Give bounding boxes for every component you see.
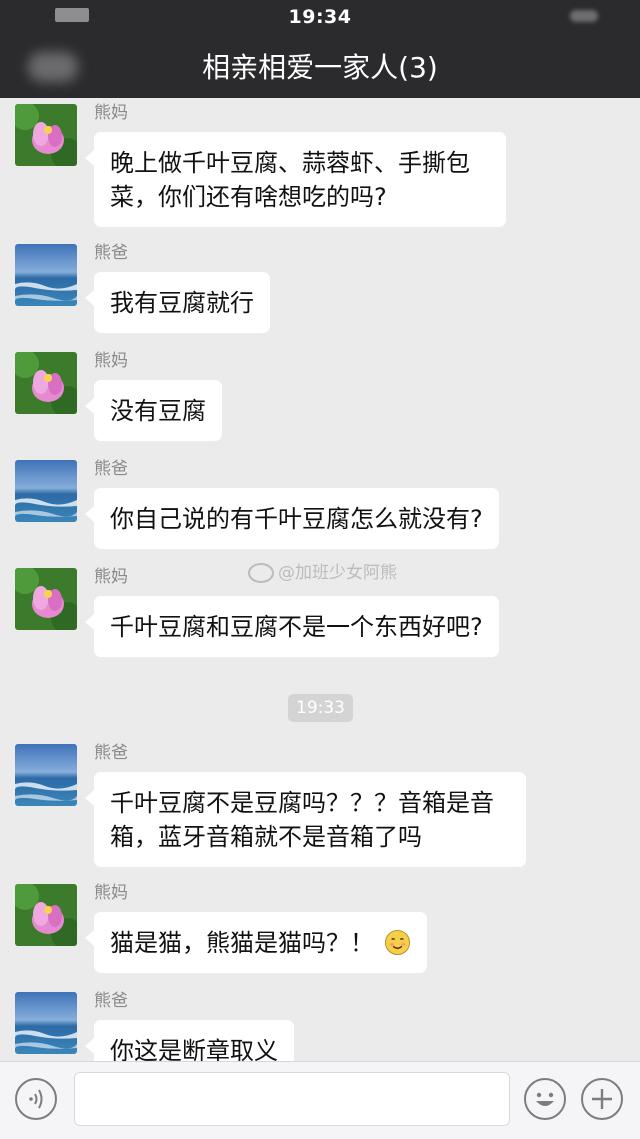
avatar-dad[interactable] (15, 460, 77, 522)
avatar-mom[interactable] (15, 884, 77, 946)
sender-name: 熊爸 (94, 743, 128, 763)
voice-icon (29, 1089, 43, 1109)
sender-name: 熊爸 (94, 459, 128, 479)
message-bubble[interactable]: 晚上做千叶豆腐、蒜蓉虾、手撕包菜，你们还有啥想吃的吗? (85, 132, 506, 227)
message-bubble[interactable]: 没有豆腐 (85, 380, 222, 441)
message-bubble[interactable]: 千叶豆腐和豆腐不是一个东西好吧? (85, 596, 499, 657)
message-input[interactable] (74, 1072, 510, 1126)
avatar-mom[interactable] (15, 352, 77, 414)
input-toolbar (0, 1061, 640, 1139)
sender-name: 熊妈 (94, 567, 128, 587)
message-bubble[interactable]: 你自己说的有千叶豆腐怎么就没有? (85, 488, 499, 549)
sender-name: 熊爸 (94, 243, 128, 263)
avatar-dad[interactable] (15, 244, 77, 306)
message-bubble[interactable]: 你这是断章取义 (85, 1020, 294, 1061)
voice-button[interactable] (15, 1078, 57, 1120)
avatar-mom[interactable] (15, 568, 77, 630)
smile-emoji-icon (384, 929, 411, 956)
chat-area[interactable]: 熊妈 晚上做千叶豆腐、蒜蓉虾、手撕包菜，你们还有啥想吃的吗? 熊爸 我有豆腐就行 (0, 98, 640, 1061)
smiley-icon (536, 1092, 554, 1106)
watermark: @加班少女阿熊 (248, 558, 397, 583)
chat-title: 相亲相爱一家人(3) (202, 51, 438, 84)
message-text: 猫是猫，熊猫是猫吗？！ (110, 929, 374, 957)
sender-name: 熊爸 (94, 991, 128, 1011)
sender-name: 熊妈 (94, 351, 128, 371)
battery-icon (570, 10, 598, 22)
navigation-bar: 19:34 相亲相爱一家人(3) (0, 0, 640, 98)
sender-name: 熊妈 (94, 103, 128, 123)
watermark-text: @加班少女阿熊 (278, 563, 397, 583)
message-bubble[interactable]: 我有豆腐就行 (85, 272, 270, 333)
plus-icon (592, 1089, 612, 1109)
message-bubble[interactable]: 千叶豆腐不是豆腐吗？？？音箱是音箱，蓝牙音箱就不是音箱了吗 (85, 772, 526, 867)
avatar-dad[interactable] (15, 744, 77, 806)
status-time: 19:34 (288, 6, 352, 28)
weibo-icon (248, 563, 274, 583)
more-button[interactable] (581, 1078, 623, 1120)
sender-name: 熊妈 (94, 883, 128, 903)
message-bubble[interactable]: 猫是猫，熊猫是猫吗？！ (85, 912, 427, 973)
emoji-button[interactable] (524, 1078, 566, 1120)
time-separator: 19:33 (288, 694, 353, 722)
avatar-mom[interactable] (15, 104, 77, 166)
avatar-dad[interactable] (15, 992, 77, 1054)
